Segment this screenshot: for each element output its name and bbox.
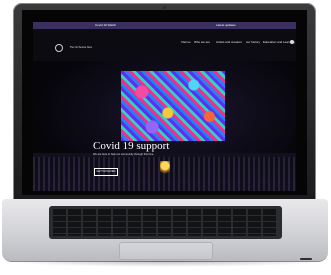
hero-title: Covid 19 support	[93, 140, 170, 152]
hero-conductor	[160, 161, 170, 177]
search-icon[interactable]	[290, 40, 294, 44]
nav-item-visit[interactable]: Visit us	[181, 40, 191, 44]
logo-text: The Orchestra Now	[69, 46, 92, 50]
announcement-bar: Covid 19 Watch Latest updates	[33, 22, 296, 29]
nav-item-history[interactable]: our history	[246, 40, 260, 44]
nav-item-artists[interactable]: Artists and creators	[216, 40, 242, 44]
hero-subtitle: We are here to help our community throug…	[93, 153, 155, 156]
nav-item-who[interactable]: Who we are	[194, 40, 210, 44]
camera-icon	[163, 6, 166, 9]
site-logo[interactable]: The Orchestra Now	[55, 39, 103, 57]
website-screen: Covid 19 Watch Latest updates The Orches…	[33, 22, 296, 191]
indicator-slot	[300, 258, 312, 260]
hero-section: Covid 19 support We are here to help our…	[33, 61, 296, 191]
announcement-left[interactable]: Covid 19 Watch	[95, 23, 116, 28]
site-header: The Orchestra Now Visit us Who we are Ar…	[33, 29, 296, 61]
trackpad[interactable]	[119, 242, 213, 260]
key-row-divider	[53, 233, 278, 234]
laptop-shadow	[0, 261, 331, 267]
announcement-right[interactable]: Latest updates	[216, 23, 236, 28]
logo-ring-icon	[55, 43, 63, 52]
key-row-divider	[53, 221, 278, 222]
keyboard-keys	[53, 209, 278, 236]
hero-cta-button[interactable]: GET INVOLVED	[94, 168, 118, 176]
hero-light-art	[121, 71, 225, 141]
key-row-divider	[53, 227, 278, 228]
key-row-divider	[53, 215, 278, 216]
